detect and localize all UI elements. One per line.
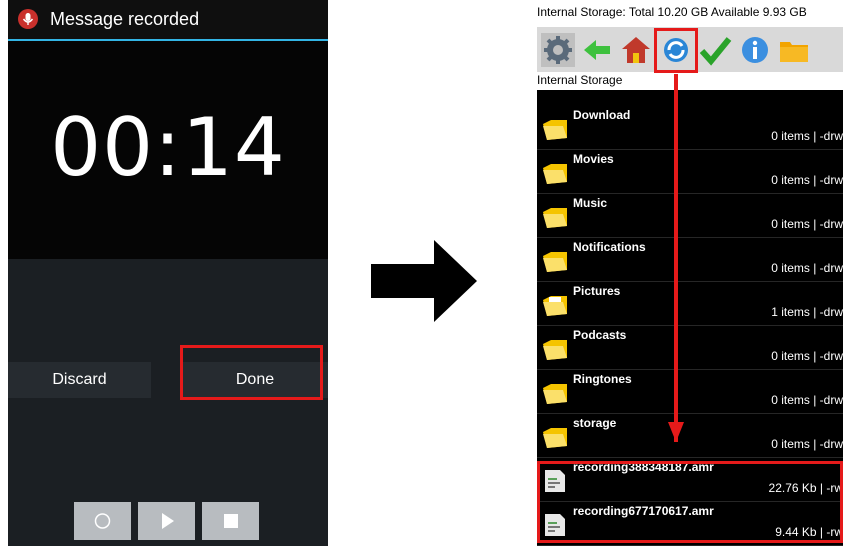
home-icon[interactable] [619,33,653,67]
file-manager-screen: Internal Storage: Total 10.20 GB Availab… [537,0,843,546]
list-item-info: 0 items | -drw [771,217,843,231]
record-button[interactable] [74,502,131,540]
title-text: Message recorded [50,9,200,29]
play-button[interactable] [138,502,195,540]
checkmark-icon[interactable] [698,33,732,67]
list-item-name: Notifications [573,240,646,254]
list-item-info: 0 items | -drw [771,393,843,407]
recordings-highlight [537,461,843,543]
right-arrow-icon [371,240,477,322]
microphone-icon [18,9,38,29]
list-item[interactable]: Ringtones 0 items | -drw [537,370,843,414]
folder-with-file-icon [543,296,567,316]
annotation-arrow-head [668,422,684,442]
list-item[interactable]: Movies 0 items | -drw [537,150,843,194]
list-item-info: 1 items | -drw [771,305,843,319]
list-item[interactable]: Download 0 items | -drw [537,106,843,150]
folder-icon [543,428,567,448]
recording-timer: 00:14 [50,101,286,194]
list-item[interactable]: Podcasts 0 items | -drw [537,326,843,370]
folder-icon [543,208,567,228]
list-item[interactable]: Music 0 items | -drw [537,194,843,238]
timer-panel: 00:14 [8,41,328,259]
list-item-name: Podcasts [573,328,627,342]
list-item-name: storage [573,416,617,430]
list-item-info: 0 items | -drw [771,437,843,451]
folder-icon [543,384,567,404]
discard-button[interactable]: Discard [8,362,151,398]
annotation-arrow-line [674,74,678,442]
folder-icon[interactable] [777,33,811,67]
list-item-info: 0 items | -drw [771,261,843,275]
stop-button[interactable] [202,502,259,540]
list-item-info: 0 items | -drw [771,173,843,187]
list-item-name: Pictures [573,284,621,298]
gear-icon[interactable] [541,33,575,67]
record-icon [94,513,111,529]
folder-icon [543,340,567,360]
list-item-name: Ringtones [573,372,632,386]
stop-icon [224,514,238,528]
title-bar: Message recorded [8,0,328,41]
list-item[interactable]: Notifications 0 items | -drw [537,238,843,282]
list-item-name: Download [573,108,631,122]
storage-status: Internal Storage: Total 10.20 GB Availab… [537,0,843,27]
refresh-highlight [654,28,698,73]
current-path: Internal Storage [537,72,843,90]
recorder-screen: Message recorded 00:14 Discard Done [8,0,328,546]
list-item-info: 0 items | -drw [771,349,843,363]
play-icon [162,513,174,529]
folder-icon [543,164,567,184]
done-highlight [180,345,323,400]
list-item-name: Music [573,196,608,210]
folder-icon [543,252,567,272]
info-icon[interactable] [738,33,772,67]
list-item-info: 0 items | -drw [771,129,843,143]
folder-icon [543,120,567,140]
list-item-name: Movies [573,152,614,166]
list-item[interactable]: storage 0 items | -drw [537,414,843,458]
list-item[interactable]: Pictures 1 items | -drw [537,282,843,326]
back-arrow-icon[interactable] [580,33,614,67]
